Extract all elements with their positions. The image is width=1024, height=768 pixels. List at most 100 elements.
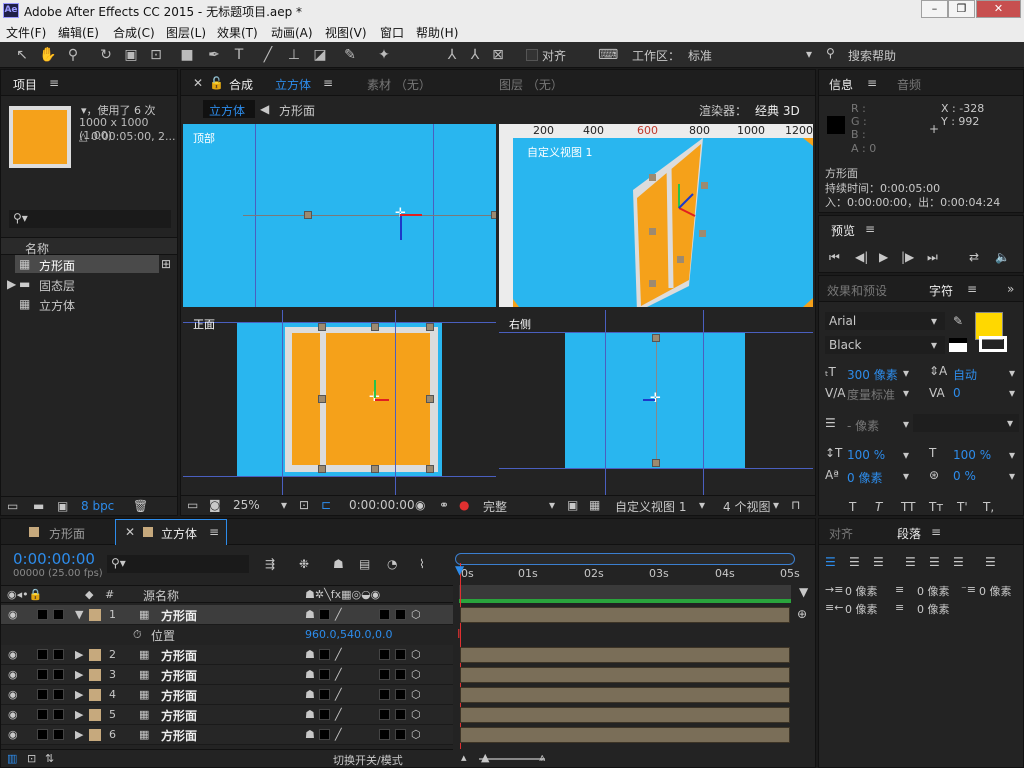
tracking-value[interactable]: 0 xyxy=(953,386,961,400)
hand-tool-icon[interactable]: ✋ xyxy=(38,45,58,65)
dropdown-icon[interactable]: ▾ xyxy=(1009,386,1015,400)
3d-layer-icon[interactable]: ⬡ xyxy=(411,728,421,741)
panel-menu-icon[interactable]: ≡ xyxy=(49,76,59,90)
3d-layer-icon[interactable]: ⬡ xyxy=(411,608,421,621)
effect-switch[interactable] xyxy=(379,729,390,740)
eye-icon[interactable]: ◉ xyxy=(8,688,18,701)
dropdown-icon[interactable]: ▾ xyxy=(1007,416,1013,430)
mask-icon[interactable]: ◙ xyxy=(209,498,221,512)
solo-switch[interactable] xyxy=(37,729,48,740)
layer-name[interactable]: 方形面 xyxy=(161,727,197,744)
bit-depth[interactable]: 8 bpc xyxy=(81,499,114,513)
pan-behind-tool-icon[interactable]: ⊡ xyxy=(146,45,166,65)
dropdown-icon[interactable]: ▾ xyxy=(1009,469,1015,483)
new-folder-icon[interactable]: ▬ xyxy=(33,499,44,513)
last-frame-icon[interactable]: ⏭ xyxy=(927,250,938,265)
search-help-input[interactable]: 搜索帮助 xyxy=(848,47,896,64)
viewport-front[interactable]: 正面 ✛ xyxy=(183,310,496,495)
expand-arrow-icon[interactable]: ▶ xyxy=(7,277,16,291)
view-dropdown-icon[interactable]: ▾ xyxy=(699,498,705,512)
3d-layer-icon[interactable]: ⬡ xyxy=(411,668,421,681)
snapshot-icon[interactable]: ◉ xyxy=(415,498,425,512)
stroke-color-swatch[interactable] xyxy=(979,336,1007,352)
shy-layers-icon[interactable]: ☗ xyxy=(333,557,344,571)
expand-arrow-icon[interactable]: ▶ xyxy=(75,648,83,661)
quality-switch[interactable] xyxy=(319,709,330,720)
viewport-top[interactable]: 顶部 ✛ xyxy=(183,124,496,307)
interpret-footage-icon[interactable]: ▭ xyxy=(7,499,18,513)
play-icon[interactable]: ▶ xyxy=(879,250,888,264)
next-frame-icon[interactable]: |▶ xyxy=(901,250,914,264)
all-caps-button[interactable]: TT xyxy=(901,500,915,514)
space-before-value[interactable]: 0 像素 xyxy=(917,583,950,599)
solo-switch[interactable] xyxy=(37,689,48,700)
first-line-value[interactable]: 0 像素 xyxy=(979,583,1012,599)
always-preview-icon[interactable]: ▭ xyxy=(187,498,198,512)
superscript-button[interactable]: T' xyxy=(957,500,968,514)
tab-align[interactable]: 对齐 xyxy=(829,525,853,542)
eraser-tool-icon[interactable]: ◪ xyxy=(310,45,330,65)
tab-character[interactable]: 字符 xyxy=(929,282,953,299)
adjustment-switch[interactable] xyxy=(395,609,406,620)
snap-checkbox[interactable] xyxy=(526,49,538,61)
panel-menu-icon[interactable]: ≡ xyxy=(931,525,941,539)
justify-left-icon[interactable]: ☰ xyxy=(905,555,916,569)
project-item-selected[interactable]: ▦ 方形面 xyxy=(15,255,159,273)
lock-icon[interactable]: 🔓 xyxy=(209,76,224,90)
quality-switch[interactable] xyxy=(319,689,330,700)
solo-switch[interactable] xyxy=(37,669,48,680)
in-out-icon[interactable]: ⇅ xyxy=(45,752,54,765)
layer-row[interactable]: ◉ ▶ 3 ▦ 方形面 ☗ ╱ ⬡ xyxy=(1,665,453,685)
camera-tool-icon[interactable]: ▣ xyxy=(121,45,141,65)
zoom-in-icon[interactable]: ⩓ xyxy=(539,751,545,765)
tab-timeline-square[interactable]: 方形面 xyxy=(49,525,85,542)
quality-switch[interactable] xyxy=(319,729,330,740)
adjustment-switch[interactable] xyxy=(395,669,406,680)
renderer-value[interactable]: 经典 3D xyxy=(755,102,800,119)
timeline-search-input[interactable]: ⚲▾ xyxy=(107,555,249,573)
close-button[interactable]: ✕ xyxy=(976,0,1021,18)
quality-icon[interactable]: ╱ xyxy=(335,668,342,681)
lock-switch[interactable] xyxy=(53,689,64,700)
resolution-value[interactable]: 完整 xyxy=(483,498,507,515)
adjustment-switch[interactable] xyxy=(395,709,406,720)
tab-composition[interactable]: 合成 xyxy=(229,76,253,93)
motion-blur-icon[interactable]: ◔ xyxy=(387,557,397,571)
show-snapshot-icon[interactable]: ⚭ xyxy=(439,498,449,512)
rectangle-tool-icon[interactable]: ■ xyxy=(177,45,197,65)
tab-paragraph[interactable]: 段落 xyxy=(897,525,921,542)
layer-row[interactable]: ◉ ▼ 1 ▦ 方形面 ☗ ╱ ⬡ xyxy=(1,605,453,625)
align-right-icon[interactable]: ☰ xyxy=(873,555,884,569)
menu-layer[interactable]: 图层(L) xyxy=(166,24,206,41)
menu-help[interactable]: 帮助(H) xyxy=(416,24,458,41)
panel-menu-icon[interactable]: ≡ xyxy=(867,76,877,90)
quality-icon[interactable]: ╱ xyxy=(335,708,342,721)
dropdown-icon[interactable]: ▾ xyxy=(931,338,937,352)
dropdown-icon[interactable]: ▾ xyxy=(931,314,937,328)
tab-effects-presets[interactable]: 效果和预设 xyxy=(827,282,887,299)
solo-switch[interactable] xyxy=(37,649,48,660)
world-axis-icon[interactable]: ⅄ xyxy=(465,45,485,65)
brush-tool-icon[interactable]: ╱ xyxy=(258,45,278,65)
toggle-pixel-icon[interactable]: ⊓ xyxy=(791,498,800,512)
quality-icon[interactable]: ╱ xyxy=(335,688,342,701)
project-item-folder[interactable]: ▶ ▬ 固态层 xyxy=(7,275,167,293)
layout-select[interactable]: 4 个视图 xyxy=(723,498,770,515)
frame-blending-icon[interactable]: ▤ xyxy=(359,557,370,571)
indent-left-value[interactable]: 0 像素 xyxy=(845,583,878,599)
layer-switches-icon[interactable]: ▥ xyxy=(7,752,17,765)
tab-footage[interactable]: 素材 （无） xyxy=(367,76,431,93)
layer-duration-bar[interactable] xyxy=(460,667,790,683)
vertical-scale-value[interactable]: 100 % xyxy=(847,448,885,462)
stamp-tool-icon[interactable]: ⊥ xyxy=(284,45,304,65)
expand-arrow-icon[interactable]: ▼ xyxy=(75,608,83,621)
time-ruler[interactable]: 0s 01s 02s 03s 04s 05s xyxy=(455,567,800,583)
layer-duration-bar[interactable] xyxy=(460,647,790,663)
align-left-icon[interactable]: ☰ xyxy=(825,555,836,569)
close-tab-icon[interactable]: ✕ xyxy=(193,76,203,90)
tab-layer[interactable]: 图层 （无） xyxy=(499,76,563,93)
dropdown-icon[interactable]: ▾ xyxy=(903,417,909,431)
dropdown-icon[interactable]: ▾ xyxy=(903,448,909,462)
layer-color-label[interactable] xyxy=(89,709,101,721)
flowchart-icon[interactable]: ⊞ xyxy=(161,257,171,271)
